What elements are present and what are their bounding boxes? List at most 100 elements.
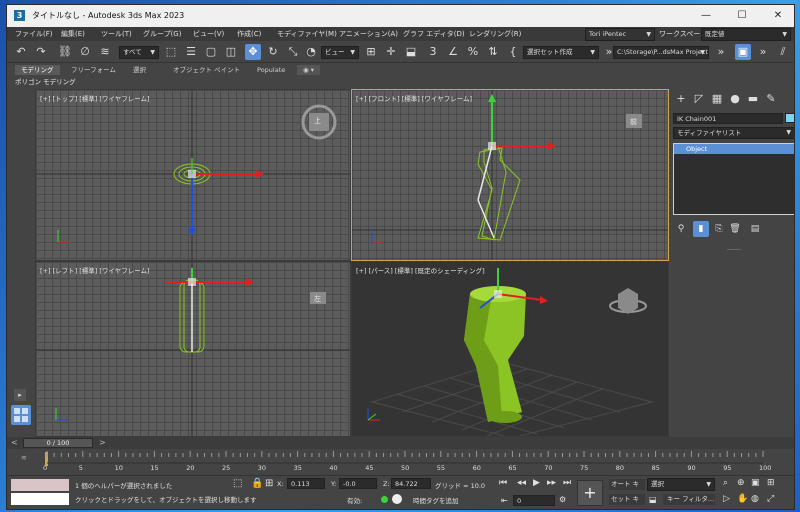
rect-selection-icon[interactable]: ▢ [203, 44, 219, 60]
selection-lock-icon[interactable]: 🔒 [251, 478, 263, 489]
track-bar[interactable]: ≋ 0 5 10 15 20 25 30 35 40 45 50 55 60 65 70 75 80 85 90 95… [7, 449, 794, 475]
play-icon[interactable]: ▶ [533, 478, 540, 488]
user-dropdown[interactable]: Tori iPentec ▼ [585, 28, 655, 41]
unlink-icon[interactable]: ∅ [77, 44, 93, 60]
z-coordinate-field[interactable]: 84.722 [391, 478, 431, 489]
zoom-extents-all-icon[interactable]: ⊞ [767, 478, 775, 488]
pan-icon[interactable]: ✋ [737, 494, 748, 504]
select-object-icon[interactable]: ⬚ [163, 44, 179, 60]
show-end-result-icon[interactable]: ▮ [693, 221, 709, 237]
stack-item[interactable]: Object [674, 144, 794, 154]
tab-selection[interactable]: 選択 [127, 65, 152, 75]
viewport-left[interactable]: [+] [レフト] [標準] [ワイヤフレーム] 左 [35, 261, 351, 437]
workspace-dropdown[interactable]: 既定値 ▼ [701, 28, 791, 41]
tab-object-paint[interactable]: オブジェクト ペイント [167, 65, 246, 75]
viewport-perspective[interactable]: [+] [パース] [標準] [既定のシェーディング] [351, 261, 669, 437]
render-icon[interactable]: ⫽ [775, 44, 791, 60]
motion-tab-icon[interactable]: ● [727, 91, 743, 107]
make-unique-icon[interactable]: ⎘ [711, 221, 727, 237]
add-time-tag[interactable]: 時間タグを追加 [413, 495, 459, 505]
select-manipulate-icon[interactable]: ✛ [383, 44, 399, 60]
time-slider-thumb[interactable]: 0 / 100 [23, 438, 93, 448]
menu-file[interactable]: ファイル(F) [15, 29, 53, 39]
fov-icon[interactable]: ▷ [723, 494, 730, 504]
configure-sets-icon[interactable]: ▤ [747, 221, 763, 237]
keyboard-shortcut-icon[interactable]: ⬓ [403, 44, 419, 60]
maxscript-listener-pink[interactable] [11, 479, 69, 491]
go-to-start-icon[interactable]: ⏮ [499, 478, 507, 488]
angle-snap-icon[interactable]: ∠ [445, 44, 461, 60]
more-tools-icon[interactable]: » [713, 44, 729, 60]
isolate-selection-icon[interactable]: ⬚ [233, 478, 242, 489]
menu-graph-editors[interactable]: グラフ エディタ(D) [403, 29, 465, 39]
viewport-top[interactable]: [+] [トップ] [標準] [ワイヤフレーム] 上 [35, 89, 351, 261]
menu-view[interactable]: ビュー(V) [193, 29, 224, 39]
display-tab-icon[interactable]: ▬ [745, 91, 761, 107]
tab-freeform[interactable]: フリーフォーム [65, 65, 122, 75]
go-to-end-icon[interactable]: ⏭ [563, 478, 571, 488]
viewcube-face[interactable]: 左 [314, 294, 321, 304]
auto-key-button[interactable]: オート キー [609, 479, 645, 499]
percent-snap-icon[interactable]: % [465, 44, 481, 60]
close-button[interactable]: ✕ [763, 8, 793, 24]
prev-frame-icon[interactable]: < [11, 438, 18, 447]
move-icon[interactable]: ✥ [245, 44, 261, 60]
menu-rendering[interactable]: レンダリング(R) [469, 29, 521, 39]
edit-named-selection-icon[interactable]: { [505, 44, 521, 60]
zoom-extents-icon[interactable]: ▣ [751, 478, 760, 488]
render-frame-icon[interactable]: ▣ [735, 44, 751, 60]
set-key-big-button[interactable]: + [577, 480, 603, 506]
play-icon[interactable]: ▸ [14, 389, 26, 401]
key-filters-button[interactable]: キー フィルタ... [663, 494, 715, 505]
time-slider[interactable]: < 0 / 100 > [7, 437, 794, 449]
viewport-front[interactable]: [+] [フロント] [標準] [ワイヤフレーム] 前 [351, 89, 669, 261]
menu-tools[interactable]: ツール(T) [101, 29, 132, 39]
link-icon[interactable]: ⛓ [57, 44, 73, 60]
select-by-name-icon[interactable]: ☰ [183, 44, 199, 60]
tab-modeling[interactable]: モデリング [15, 65, 60, 75]
minimize-button[interactable]: — [691, 8, 721, 24]
modify-tab-icon[interactable]: ◸ [691, 91, 707, 107]
utilities-tab-icon[interactable]: ✎ [763, 91, 779, 107]
current-frame-field[interactable]: 0 [513, 495, 555, 506]
snap-toggle-icon[interactable]: 3 [425, 44, 441, 60]
modifier-list-dropdown[interactable]: モディファイヤリスト ▼ [673, 127, 794, 139]
hierarchy-tab-icon[interactable]: ▦ [709, 91, 725, 107]
menu-animation[interactable]: アニメーション(A) [339, 29, 398, 39]
redo-icon[interactable]: ↷ [33, 44, 49, 60]
key-mode-dropdown[interactable]: 選択 ▼ [647, 478, 715, 491]
viewcube-face[interactable]: 前 [630, 117, 637, 127]
x-coordinate-field[interactable]: 0.113 [287, 478, 325, 489]
next-key-icon[interactable]: ▸▸ [547, 478, 556, 488]
place-icon[interactable]: ◔ [303, 44, 319, 60]
maximize-button[interactable]: ☐ [727, 8, 757, 24]
tab-populate[interactable]: Populate [251, 65, 291, 75]
prev-key-icon[interactable]: ◂◂ [517, 478, 526, 488]
window-crossing-icon[interactable]: ◫ [223, 44, 239, 60]
ribbon-options-icon[interactable]: ◉ ▾ [297, 65, 321, 75]
remove-modifier-icon[interactable]: 🗑 [727, 221, 743, 237]
reference-coord-dropdown[interactable]: ビュー ▼ [321, 46, 359, 59]
object-color-swatch[interactable] [785, 113, 794, 123]
pivot-center-icon[interactable]: ⊞ [363, 44, 379, 60]
viewport-layout-icon[interactable] [11, 405, 31, 425]
absolute-mode-icon[interactable]: ⊞ [265, 478, 273, 489]
scale-icon[interactable]: ⤡ [285, 44, 301, 60]
adaptive-degradation-icon[interactable] [392, 494, 402, 504]
bind-space-warp-icon[interactable]: ≋ [97, 44, 113, 60]
selection-filter-dropdown[interactable]: すべて ▼ [119, 46, 159, 59]
rotate-icon[interactable]: ↻ [265, 44, 281, 60]
menu-modifiers[interactable]: モディファイヤ(M) [277, 29, 337, 39]
menu-group[interactable]: グループ(G) [143, 29, 181, 39]
viewcube-face[interactable]: 上 [314, 116, 321, 126]
project-folder-dropdown[interactable]: C:\Storage\P...dsMax Project ▼ [613, 46, 709, 59]
zoom-icon[interactable]: ⌕ [723, 478, 728, 488]
named-selection-set-dropdown[interactable]: 選択セット作成 ▼ [523, 46, 599, 59]
maximize-viewport-icon[interactable]: ⤢ [767, 494, 774, 504]
next-frame-icon[interactable]: > [99, 438, 106, 447]
zoom-all-icon[interactable]: ⊕ [737, 478, 745, 488]
time-config-icon[interactable]: ⚙ [559, 495, 566, 504]
menu-create[interactable]: 作成(C) [237, 29, 261, 39]
pin-stack-icon[interactable]: ⚲ [673, 221, 689, 237]
orbit-icon[interactable]: ◍ [751, 494, 759, 504]
